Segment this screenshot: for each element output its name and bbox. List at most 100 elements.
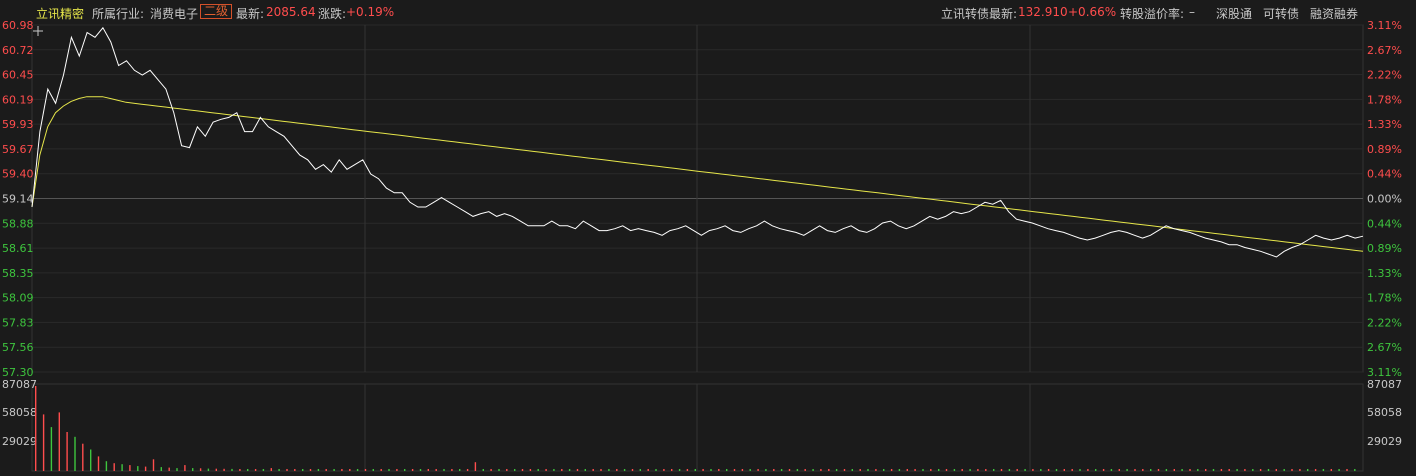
volume-bar bbox=[514, 469, 516, 471]
volume-bar bbox=[608, 469, 610, 471]
volume-bar bbox=[1259, 469, 1262, 471]
volume-bar bbox=[1212, 469, 1215, 471]
volume-bar bbox=[223, 468, 225, 471]
volume-bar bbox=[1283, 469, 1285, 471]
volume-bar bbox=[270, 468, 272, 471]
volume-bar bbox=[82, 443, 84, 471]
volume-bar bbox=[639, 469, 641, 471]
volume-bar bbox=[1197, 469, 1199, 471]
price-tick-label: 57.56 bbox=[2, 341, 34, 354]
volume-bar bbox=[1000, 469, 1003, 471]
volume-bar bbox=[1322, 469, 1325, 471]
volume-bar bbox=[1157, 469, 1160, 471]
volume-bar bbox=[152, 459, 155, 471]
volume-tick-label: 87087 bbox=[2, 378, 37, 391]
volume-bar bbox=[278, 469, 280, 471]
price-tick-label: 60.98 bbox=[2, 19, 34, 32]
percent-tick-label: 0.89% bbox=[1367, 143, 1402, 156]
percent-tick-label: 0.44% bbox=[1367, 168, 1402, 181]
volume-bar bbox=[1016, 469, 1018, 471]
volume-bar bbox=[1024, 469, 1026, 471]
volume-bar bbox=[616, 469, 618, 471]
volume-bar bbox=[655, 469, 657, 471]
volume-bar bbox=[325, 469, 327, 471]
intraday-chart[interactable]: 60.98 60.72 60.45 60.19 59.93 59.67 59.40 59.14… bbox=[0, 0, 1416, 476]
volume-bar bbox=[726, 469, 728, 471]
volume-bar bbox=[1087, 469, 1089, 471]
volume-bar bbox=[317, 469, 320, 471]
volume-bar bbox=[1118, 469, 1120, 471]
volume-bar bbox=[537, 469, 539, 471]
volume-bar bbox=[521, 469, 524, 471]
volume-bar bbox=[1307, 469, 1309, 471]
percent-tick-label: 0.44% bbox=[1367, 217, 1402, 230]
volume-bar bbox=[42, 414, 45, 471]
volume-bar bbox=[302, 469, 304, 471]
volume-tick-label: 87087 bbox=[1367, 378, 1402, 391]
volume-tick-label: 29029 bbox=[1367, 435, 1402, 448]
volume-bar bbox=[97, 456, 100, 471]
percent-tick-label: 2.22% bbox=[1367, 316, 1402, 329]
volume-bar bbox=[1040, 469, 1042, 471]
volume-bar bbox=[694, 469, 696, 471]
volume-bar bbox=[113, 463, 115, 471]
volume-bar bbox=[969, 469, 971, 471]
percent-tick-label: 0.00% bbox=[1367, 193, 1402, 206]
volume-bar bbox=[1252, 469, 1254, 471]
volume-axis: 87087 87087 58058 58058 29029 29029 bbox=[2, 378, 1402, 448]
percent-tick-label: 1.78% bbox=[1367, 93, 1402, 106]
volume-bar bbox=[144, 466, 147, 471]
volume-bar bbox=[160, 467, 162, 471]
volume-bar bbox=[623, 469, 626, 471]
volume-bar bbox=[780, 469, 783, 471]
volume-bar bbox=[529, 469, 532, 471]
volume-bar bbox=[388, 469, 390, 471]
volume-bar bbox=[765, 469, 767, 471]
volume-tick-label: 29029 bbox=[2, 435, 37, 448]
volume-bar bbox=[254, 469, 257, 471]
volume-bar bbox=[1142, 469, 1144, 471]
volume-bar bbox=[349, 469, 351, 471]
volume-bar bbox=[953, 469, 956, 471]
volume-bar bbox=[584, 469, 586, 471]
volume-bar bbox=[474, 462, 477, 471]
volume-bar bbox=[576, 469, 579, 471]
volume-bars bbox=[35, 386, 1356, 471]
volume-bar bbox=[592, 469, 594, 471]
volume-bar bbox=[1134, 469, 1136, 471]
volume-bar bbox=[215, 468, 217, 471]
volume-bar bbox=[1102, 469, 1105, 471]
volume-bar bbox=[207, 468, 210, 471]
percent-tick-label: 0.89% bbox=[1367, 242, 1402, 255]
volume-bar bbox=[1244, 469, 1246, 471]
volume-bar bbox=[1299, 469, 1301, 471]
volume-bar bbox=[828, 469, 830, 471]
right-percent-axis: 3.11% 2.67% 2.22% 1.78% 1.33% 0.89% 0.44% 0.00%… bbox=[1367, 19, 1402, 379]
volume-bar bbox=[938, 469, 940, 471]
crosshair-icon[interactable] bbox=[33, 26, 43, 36]
volume-bar bbox=[1354, 469, 1356, 471]
volume-bar bbox=[749, 469, 751, 471]
volume-bar bbox=[1150, 469, 1152, 471]
volume-bar bbox=[286, 469, 288, 471]
price-tick-label: 58.35 bbox=[2, 267, 34, 280]
volume-bar bbox=[482, 469, 484, 471]
volume-bar bbox=[459, 469, 461, 471]
volume-bar bbox=[192, 468, 194, 471]
volume-bar bbox=[411, 469, 414, 471]
volume-bar bbox=[333, 469, 335, 471]
volume-bar bbox=[961, 469, 963, 471]
price-tick-label: 59.40 bbox=[2, 168, 34, 181]
volume-bar bbox=[1236, 469, 1238, 471]
volume-bar bbox=[600, 469, 602, 471]
volume-bar bbox=[1063, 469, 1065, 471]
volume-bar bbox=[1071, 469, 1073, 471]
percent-tick-label: 1.33% bbox=[1367, 118, 1402, 131]
price-tick-label: 57.83 bbox=[2, 316, 34, 329]
volume-bar bbox=[906, 469, 908, 471]
volume-bar bbox=[796, 469, 799, 471]
volume-bar bbox=[710, 469, 712, 471]
volume-bar bbox=[364, 469, 367, 471]
volume-bar bbox=[985, 469, 987, 471]
volume-bar bbox=[105, 461, 108, 471]
